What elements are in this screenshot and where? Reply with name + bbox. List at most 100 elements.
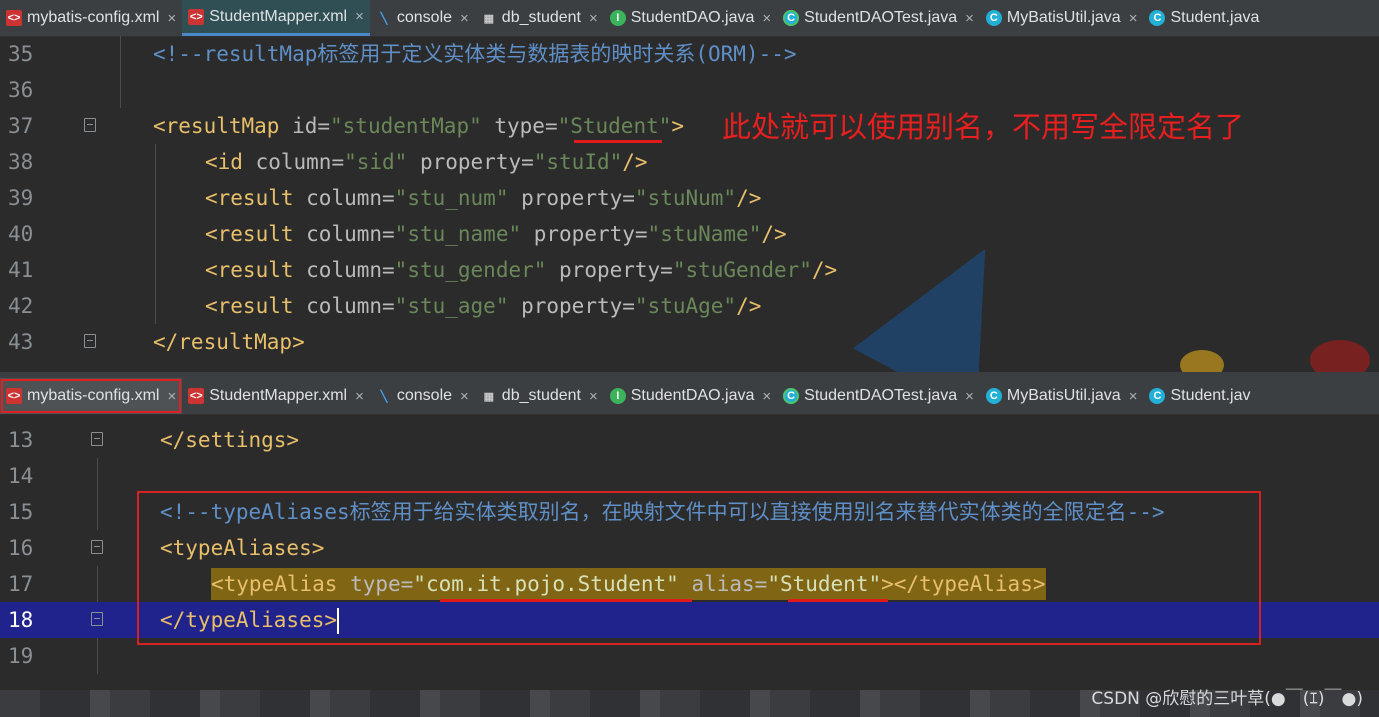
close-icon[interactable]: × bbox=[1129, 388, 1138, 405]
close-icon[interactable]: × bbox=[762, 388, 771, 405]
code-line: 43 </resultMap> bbox=[0, 324, 1379, 360]
class-icon: C bbox=[1149, 10, 1166, 26]
fold-toggle-icon[interactable] bbox=[91, 612, 103, 626]
code-text: <resultMap id="studentMap" type="Student… bbox=[153, 114, 685, 138]
code-line: 41 <result column="stu_gender" property=… bbox=[0, 252, 1379, 288]
tab-db-student[interactable]: ▦ db_student × bbox=[475, 0, 604, 36]
line-number: 42 bbox=[8, 294, 34, 318]
tab-label: StudentDAOTest.java bbox=[804, 387, 958, 404]
line-number: 36 bbox=[8, 78, 34, 102]
code-line: 35 <!--resultMap标签用于定义实体类与数据表的映时关系(ORM)-… bbox=[0, 36, 1379, 72]
test-class-icon: C bbox=[783, 10, 800, 26]
line-number: 18 bbox=[8, 608, 34, 632]
interface-icon: I bbox=[609, 10, 626, 26]
fold-toggle-icon[interactable] bbox=[84, 334, 96, 348]
top-code-editor[interactable]: 35 <!--resultMap标签用于定义实体类与数据表的映时关系(ORM)-… bbox=[0, 36, 1379, 360]
code-text: <result column="stu_num" property="stuNu… bbox=[205, 186, 762, 210]
close-icon[interactable]: × bbox=[355, 8, 364, 25]
line-number: 43 bbox=[8, 330, 34, 354]
tab-student-java[interactable]: C Student.java bbox=[1143, 0, 1265, 36]
highlight-box bbox=[137, 491, 1261, 645]
close-icon[interactable]: × bbox=[589, 388, 598, 405]
xml-file-icon: <> bbox=[6, 388, 22, 404]
xml-file-icon: <> bbox=[188, 388, 205, 404]
fold-toggle-icon[interactable] bbox=[84, 118, 96, 132]
tab-studentdaotest-java[interactable]: C StudentDAOTest.java × bbox=[777, 0, 980, 36]
close-icon[interactable]: × bbox=[965, 10, 974, 27]
close-icon[interactable]: × bbox=[355, 388, 364, 405]
code-line: 39 <result column="stu_num" property="st… bbox=[0, 180, 1379, 216]
table-icon: ▦ bbox=[483, 12, 494, 25]
tab-label: Student.jav bbox=[1170, 387, 1251, 404]
close-icon[interactable]: × bbox=[589, 10, 598, 27]
code-line: 36 bbox=[0, 72, 1379, 108]
line-number: 39 bbox=[8, 186, 34, 210]
tab-label: StudentDAO.java bbox=[630, 387, 755, 404]
tab-console[interactable]: ╲ console × bbox=[370, 378, 475, 414]
tab-mybatisutil-java[interactable]: C MyBatisUtil.java × bbox=[980, 0, 1144, 36]
tab-mybatisutil-java[interactable]: C MyBatisUtil.java × bbox=[980, 378, 1144, 414]
tab-label: StudentMapper.xml bbox=[209, 387, 348, 404]
tab-label: MyBatisUtil.java bbox=[1006, 387, 1121, 404]
code-line: 42 <result column="stu_age" property="st… bbox=[0, 288, 1379, 324]
line-number: 35 bbox=[8, 42, 34, 66]
code-line: 14 bbox=[0, 458, 1379, 494]
tab-studentdao-java[interactable]: I StudentDAO.java × bbox=[604, 0, 777, 36]
close-icon[interactable]: × bbox=[762, 10, 771, 27]
tab-label: console bbox=[396, 387, 453, 404]
tab-label: mybatis-config.xml bbox=[27, 9, 160, 26]
tab-studentdao-java[interactable]: I StudentDAO.java × bbox=[604, 378, 777, 414]
tab-console[interactable]: ╲ console × bbox=[370, 0, 475, 36]
tab-label: db_student bbox=[501, 387, 581, 404]
close-icon[interactable]: × bbox=[460, 388, 469, 405]
line-number: 16 bbox=[8, 536, 34, 560]
tab-label: console bbox=[396, 9, 453, 26]
class-icon: C bbox=[1149, 388, 1166, 404]
line-number: 13 bbox=[8, 428, 34, 452]
fold-toggle-icon[interactable] bbox=[91, 540, 103, 554]
tab-student-jav[interactable]: C Student.jav bbox=[1143, 378, 1256, 414]
line-number: 38 bbox=[8, 150, 34, 174]
tab-label: Student.java bbox=[1170, 9, 1260, 26]
xml-comment: <!--resultMap标签用于定义实体类与数据表的映时关系(ORM)--> bbox=[153, 42, 797, 66]
tab-mybatis-config-xml[interactable]: <> mybatis-config.xml × bbox=[0, 0, 182, 36]
class-icon: C bbox=[985, 388, 1002, 404]
fold-toggle-icon[interactable] bbox=[91, 432, 103, 446]
code-text: <result column="stu_gender" property="st… bbox=[205, 258, 838, 282]
tab-label: MyBatisUtil.java bbox=[1006, 9, 1121, 26]
close-icon[interactable]: × bbox=[460, 10, 469, 27]
tab-mybatis-config-xml[interactable]: <> mybatis-config.xml × bbox=[0, 378, 183, 414]
watermark: CSDN @欣慰的三叶草(●￣(ｴ)￣●) bbox=[1091, 689, 1363, 709]
xml-file-icon: <> bbox=[6, 10, 22, 26]
close-icon[interactable]: × bbox=[167, 10, 176, 27]
interface-icon: I bbox=[609, 388, 626, 404]
line-number: 40 bbox=[8, 222, 34, 246]
close-icon[interactable]: × bbox=[167, 388, 176, 405]
line-number: 14 bbox=[8, 464, 34, 488]
top-editor-pane: <> mybatis-config.xml × <> StudentMapper.xml… bbox=[0, 0, 1379, 372]
line-number: 17 bbox=[8, 572, 34, 596]
code-text: <result column="stu_name" property="stuN… bbox=[205, 222, 787, 246]
close-icon[interactable]: × bbox=[965, 388, 974, 405]
annotation-note: 此处就可以使用别名，不用写全限定名了 bbox=[722, 110, 1245, 144]
line-number: 15 bbox=[8, 500, 34, 524]
code-text: <id column="sid" property="stuId"/> bbox=[205, 150, 648, 174]
xml-file-icon: <> bbox=[188, 8, 205, 25]
console-icon: ╲ bbox=[380, 12, 388, 25]
top-tab-bar: <> mybatis-config.xml × <> StudentMapper.xml… bbox=[0, 0, 1379, 37]
tab-studentmapper-xml[interactable]: <> StudentMapper.xml × bbox=[182, 0, 370, 36]
bottom-editor-pane: <> mybatis-config.xml × <> StudentMapper.xml… bbox=[0, 378, 1379, 690]
console-icon: ╲ bbox=[380, 390, 388, 403]
table-icon: ▦ bbox=[483, 390, 494, 403]
red-underline-mark bbox=[574, 140, 662, 143]
code-line: 38 <id column="sid" property="stuId"/> bbox=[0, 144, 1379, 180]
tab-studentmapper-xml[interactable]: <> StudentMapper.xml × bbox=[182, 378, 370, 414]
tab-db-student[interactable]: ▦ db_student × bbox=[475, 378, 604, 414]
close-icon[interactable]: × bbox=[1129, 10, 1138, 27]
line-number: 19 bbox=[8, 644, 34, 668]
code-text: </settings> bbox=[160, 428, 300, 452]
tab-label: db_student bbox=[501, 9, 581, 26]
tab-label: StudentDAO.java bbox=[630, 9, 755, 26]
tab-studentdaotest-java[interactable]: C StudentDAOTest.java × bbox=[777, 378, 980, 414]
class-icon: C bbox=[985, 10, 1002, 26]
